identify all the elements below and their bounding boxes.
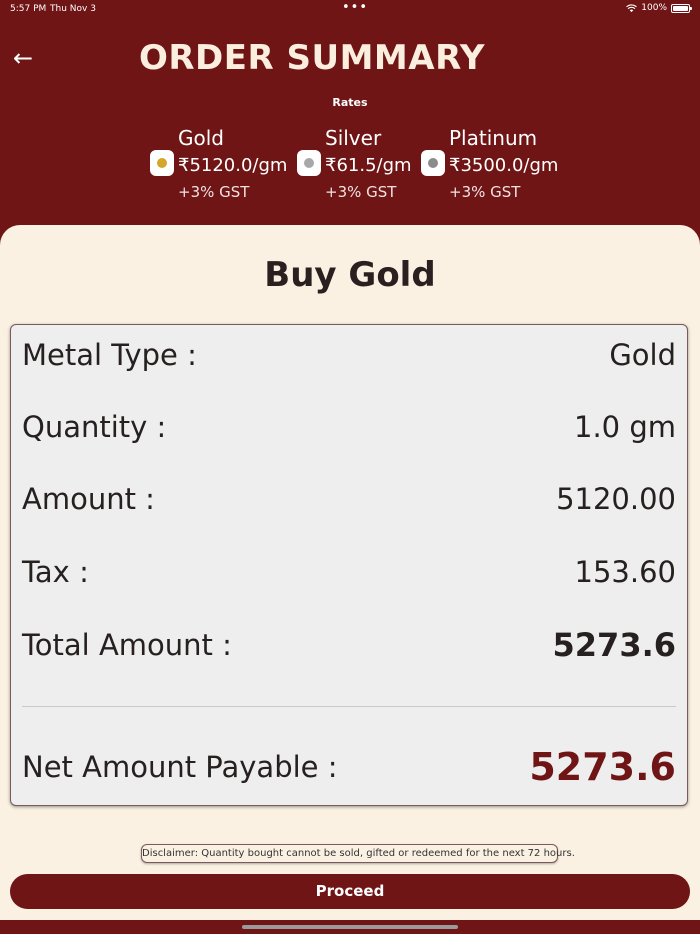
amount-row: Amount : 5120.00 bbox=[22, 479, 676, 519]
page-title: ORDER SUMMARY bbox=[138, 38, 486, 78]
divider bbox=[22, 706, 676, 707]
net-amount-row: Net Amount Payable : 5273.6 bbox=[22, 745, 676, 789]
status-time: 5:57 PM bbox=[10, 4, 47, 14]
home-indicator[interactable] bbox=[242, 925, 458, 929]
rate-name: Gold bbox=[178, 126, 224, 150]
total-amount-label: Total Amount : bbox=[22, 628, 232, 662]
net-amount-value: 5273.6 bbox=[529, 745, 676, 789]
rate-gst: +3% GST bbox=[178, 183, 250, 201]
amount-value: 5120.00 bbox=[556, 482, 676, 516]
proceed-button[interactable]: Proceed bbox=[10, 874, 690, 909]
section-title: Buy Gold bbox=[264, 255, 436, 295]
rate-price: ₹3500.0/gm bbox=[449, 155, 559, 176]
status-bar: 5:57 PM Thu Nov 3 ••• 100% bbox=[0, 0, 700, 18]
tax-row: Tax : 153.60 bbox=[22, 552, 676, 592]
content-panel: Buy Gold Metal Type : Gold Quantity : 1.… bbox=[0, 225, 700, 920]
silver-coin-icon bbox=[297, 150, 321, 176]
wifi-icon bbox=[626, 3, 638, 12]
status-date: Thu Nov 3 bbox=[50, 4, 96, 14]
rate-gst: +3% GST bbox=[449, 183, 521, 201]
battery-percentage: 100% bbox=[641, 3, 667, 13]
disclaimer-text: Disclaimer: Quantity bought cannot be so… bbox=[141, 844, 575, 863]
platinum-coin-icon bbox=[421, 150, 445, 176]
multitasking-dots[interactable]: ••• bbox=[342, 0, 368, 15]
status-indicators: 100% bbox=[626, 3, 692, 13]
rates-label: Rates bbox=[332, 96, 368, 109]
rate-gst: +3% GST bbox=[325, 183, 397, 201]
battery-icon bbox=[671, 3, 692, 13]
rate-price: ₹5120.0/gm bbox=[178, 155, 288, 176]
quantity-value: 1.0 gm bbox=[574, 410, 676, 444]
order-summary-card: Metal Type : Gold Quantity : 1.0 gm Amou… bbox=[10, 324, 688, 806]
quantity-row: Quantity : 1.0 gm bbox=[22, 407, 676, 447]
amount-label: Amount : bbox=[22, 482, 155, 516]
tax-label: Tax : bbox=[22, 555, 89, 589]
rate-price: ₹61.5/gm bbox=[325, 155, 412, 176]
rate-name: Platinum bbox=[449, 126, 538, 150]
net-amount-label: Net Amount Payable : bbox=[22, 750, 338, 784]
total-amount-value: 5273.6 bbox=[552, 626, 676, 664]
metal-type-label: Metal Type : bbox=[22, 338, 197, 372]
rate-name: Silver bbox=[325, 126, 382, 150]
tax-value: 153.60 bbox=[574, 555, 676, 589]
gold-coin-icon bbox=[150, 150, 174, 176]
total-amount-row: Total Amount : 5273.6 bbox=[22, 625, 676, 665]
quantity-label: Quantity : bbox=[22, 410, 167, 444]
metal-type-value: Gold bbox=[609, 338, 676, 372]
metal-type-row: Metal Type : Gold bbox=[22, 335, 676, 375]
